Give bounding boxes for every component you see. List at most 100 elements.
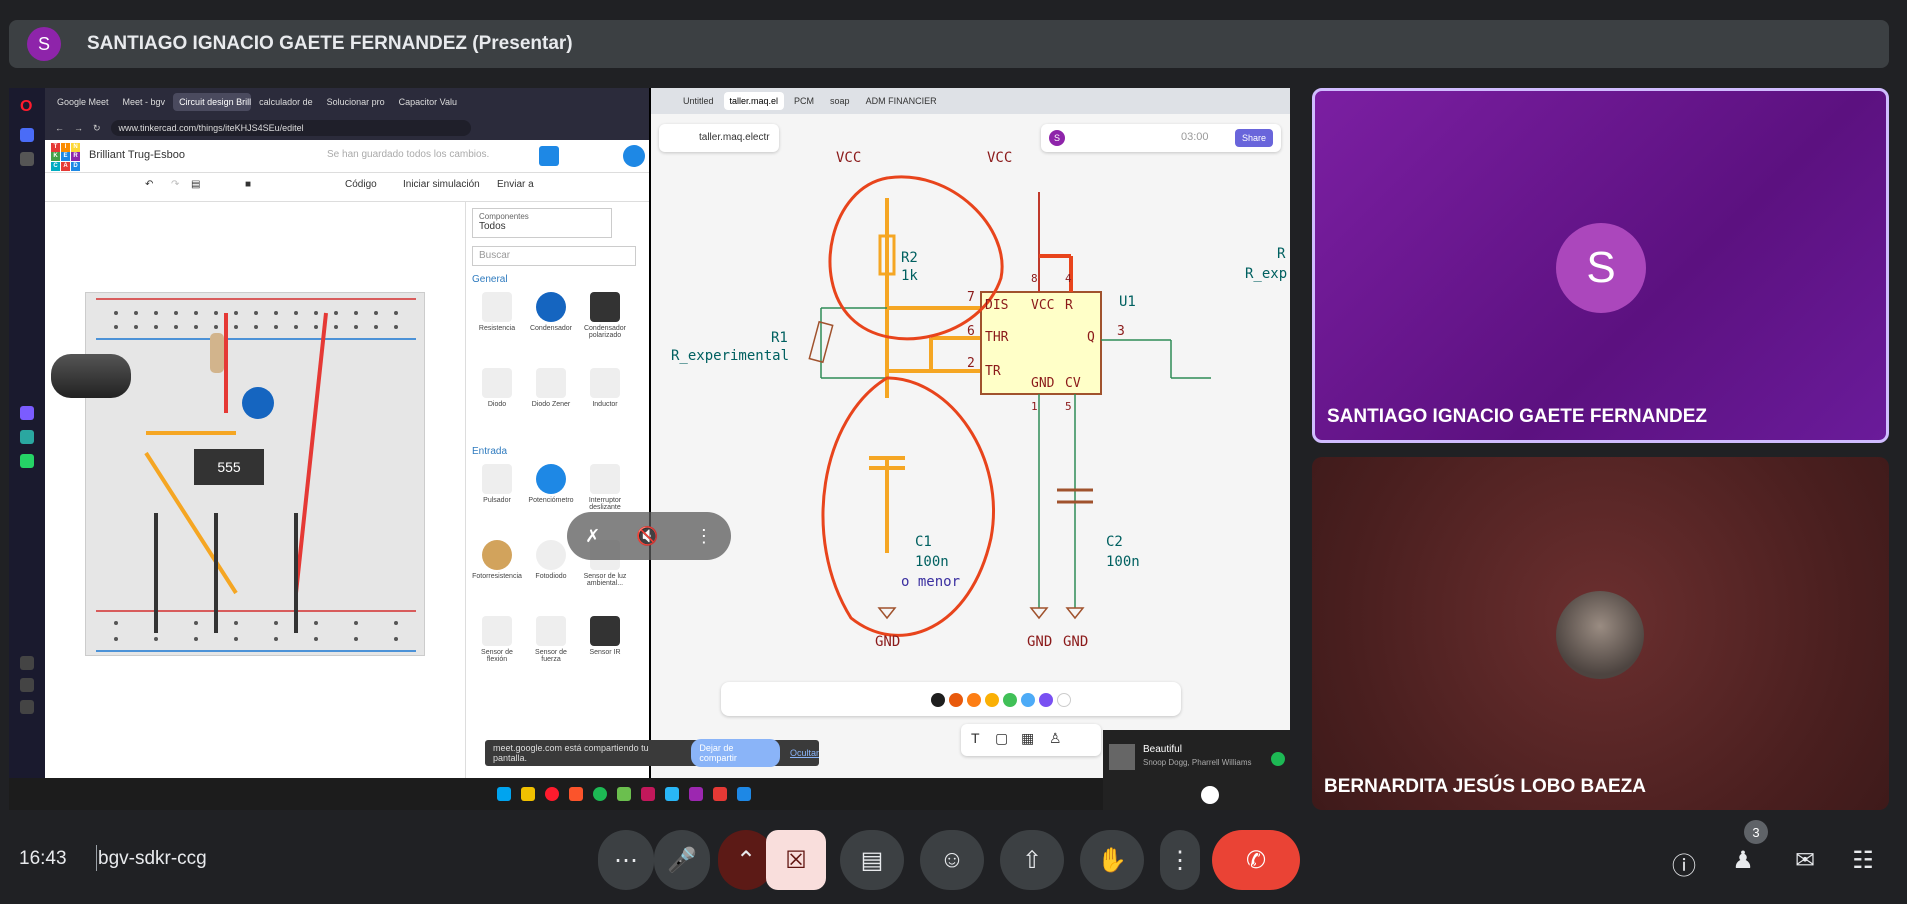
note-icon[interactable]: ▤ xyxy=(191,179,200,190)
file-name-box[interactable]: taller.maq.electr xyxy=(659,124,779,152)
more-vert-icon[interactable]: ⋮ xyxy=(695,526,713,547)
category-general[interactable]: General xyxy=(472,274,508,285)
history-icon[interactable] xyxy=(20,656,34,670)
color-swatch[interactable] xyxy=(949,693,963,707)
tab-meet-bgv[interactable]: Meet - bgv xyxy=(117,93,172,111)
tab-taller[interactable]: taller.maq.el xyxy=(723,92,785,110)
undo-icon[interactable]: ↶ xyxy=(145,179,153,190)
participant-tile[interactable]: S SANTIAGO IGNACIO GAETE FERNANDEZ xyxy=(1312,88,1889,443)
bookmark-icon[interactable] xyxy=(20,152,34,166)
app-icon[interactable] xyxy=(737,787,751,801)
tab-solucionar[interactable]: Solucionar pro xyxy=(321,93,391,111)
component-item[interactable]: Fotorresistencia xyxy=(472,540,522,580)
text-tool-icon[interactable]: T xyxy=(971,730,980,746)
apps-grid-icon[interactable]: ☷ xyxy=(1848,846,1878,876)
forward-icon[interactable]: → xyxy=(74,123,83,133)
windows-start-icon[interactable] xyxy=(497,787,511,801)
more-audio-options-button[interactable]: ⋯ xyxy=(598,830,654,890)
aria-icon[interactable] xyxy=(20,406,34,420)
code-button[interactable]: Código xyxy=(345,179,377,190)
participant-tile[interactable]: BERNARDITA JESÚS LOBO BAEZA xyxy=(1312,457,1889,810)
camera-button[interactable]: ☒ xyxy=(766,830,826,890)
volume-off-icon[interactable]: 🔇 xyxy=(636,526,658,547)
send-to-button[interactable]: Enviar a xyxy=(497,179,534,190)
hide-notice-link[interactable]: Ocultar xyxy=(790,748,819,758)
mic-off-icon[interactable]: ✗ xyxy=(585,526,600,547)
download-icon[interactable] xyxy=(20,678,34,692)
component-item[interactable]: Diodo xyxy=(472,368,522,408)
component-item[interactable]: Condensador xyxy=(526,292,576,332)
chat-icon[interactable]: ✉ xyxy=(1790,846,1820,876)
start-simulation-button[interactable]: Iniciar simulación xyxy=(403,179,480,190)
raise-hand-button[interactable]: ✋ xyxy=(1080,830,1144,890)
frame-tool-icon[interactable]: ▢ xyxy=(995,730,1008,747)
info-icon[interactable]: ⓘ xyxy=(1669,846,1699,880)
reload-icon[interactable]: ↻ xyxy=(93,123,101,134)
settings-icon[interactable] xyxy=(20,700,34,714)
opera-logo-icon[interactable]: O xyxy=(20,98,32,116)
color-swatch[interactable] xyxy=(1057,693,1071,707)
tab-pcm[interactable]: PCM xyxy=(788,92,820,110)
people-icon[interactable]: ♟ xyxy=(1728,846,1758,876)
tab-circuit-design[interactable]: Circuit design Brilliant T xyxy=(173,93,252,111)
tab-calculador[interactable]: calculador de xyxy=(253,93,319,111)
collab-avatar[interactable]: S xyxy=(1049,130,1065,146)
app-icon[interactable] xyxy=(617,787,631,801)
component-item[interactable]: Resistencia xyxy=(472,292,522,332)
component-item[interactable]: Potenciómetro xyxy=(526,464,576,504)
app-icon[interactable] xyxy=(641,787,655,801)
components-select[interactable]: Componentes Todos xyxy=(472,208,612,238)
reactions-button[interactable]: ☺ xyxy=(920,830,984,890)
component-item[interactable]: Interruptor deslizante xyxy=(580,464,630,511)
app-icon[interactable] xyxy=(713,787,727,801)
color-swatch[interactable] xyxy=(1021,693,1035,707)
component-item[interactable]: Sensor de flexión xyxy=(472,616,522,663)
component-item[interactable]: Condensador polarizado xyxy=(580,292,630,339)
breadboard[interactable]: 555 xyxy=(85,292,425,656)
category-input[interactable]: Entrada xyxy=(472,446,507,457)
spotify-icon[interactable] xyxy=(593,787,607,801)
schematic-drawing[interactable] xyxy=(651,158,1290,678)
present-button[interactable]: ⇧ xyxy=(1000,830,1064,890)
color-swatch[interactable] xyxy=(931,693,945,707)
tab-google-meet[interactable]: Google Meet xyxy=(51,93,115,111)
microphone-button[interactable]: 🎤 xyxy=(654,830,710,890)
tab-adm[interactable]: ADM FINANCIER xyxy=(860,92,943,110)
home-icon[interactable] xyxy=(20,128,34,142)
play-icon[interactable] xyxy=(1201,786,1219,804)
color-swatch[interactable] xyxy=(1039,693,1053,707)
more-options-button[interactable]: ⋮ xyxy=(1160,830,1200,890)
circuit-canvas[interactable]: 555 xyxy=(45,202,465,778)
component-item[interactable]: Inductor xyxy=(580,368,630,408)
tab-soap[interactable]: soap xyxy=(824,92,856,110)
component-item[interactable]: Sensor IR xyxy=(580,616,630,656)
file-explorer-icon[interactable] xyxy=(521,787,535,801)
redo-icon[interactable]: ↷ xyxy=(171,179,179,190)
stop-sharing-button[interactable]: Dejar de compartir xyxy=(691,739,780,767)
tinkercad-logo[interactable]: T I N K E R C A D xyxy=(51,143,81,171)
component-item[interactable]: Sensor de fuerza xyxy=(526,616,576,663)
app-icon[interactable] xyxy=(689,787,703,801)
capacitor-component[interactable] xyxy=(51,354,131,398)
back-icon[interactable]: ← xyxy=(55,123,64,133)
circuit-view-icon[interactable] xyxy=(539,146,559,166)
color-swatch[interactable] xyxy=(1003,693,1017,707)
project-title[interactable]: Brilliant Trug-Esboo xyxy=(89,149,185,161)
color-icon[interactable]: ■ xyxy=(245,179,251,190)
captions-button[interactable]: ▤ xyxy=(840,830,904,890)
share-button[interactable]: Share xyxy=(1234,129,1273,147)
color-swatch[interactable] xyxy=(985,693,999,707)
stamp-tool-icon[interactable]: ♙ xyxy=(1049,730,1062,747)
end-call-button[interactable]: ✆ xyxy=(1212,830,1300,890)
tab-untitled[interactable]: Untitled xyxy=(677,92,720,110)
chip-555[interactable]: 555 xyxy=(194,449,264,485)
messenger-icon[interactable] xyxy=(20,430,34,444)
brave-icon[interactable] xyxy=(569,787,583,801)
color-swatch[interactable] xyxy=(967,693,981,707)
components-search-input[interactable]: Buscar xyxy=(472,246,636,266)
app-icon[interactable] xyxy=(665,787,679,801)
component-item[interactable]: Pulsador xyxy=(472,464,522,504)
user-avatar[interactable] xyxy=(623,145,645,167)
table-tool-icon[interactable]: ▦ xyxy=(1021,730,1034,747)
url-field[interactable]: www.tinkercad.com/things/iteKHJS4SEu/edi… xyxy=(110,120,471,136)
